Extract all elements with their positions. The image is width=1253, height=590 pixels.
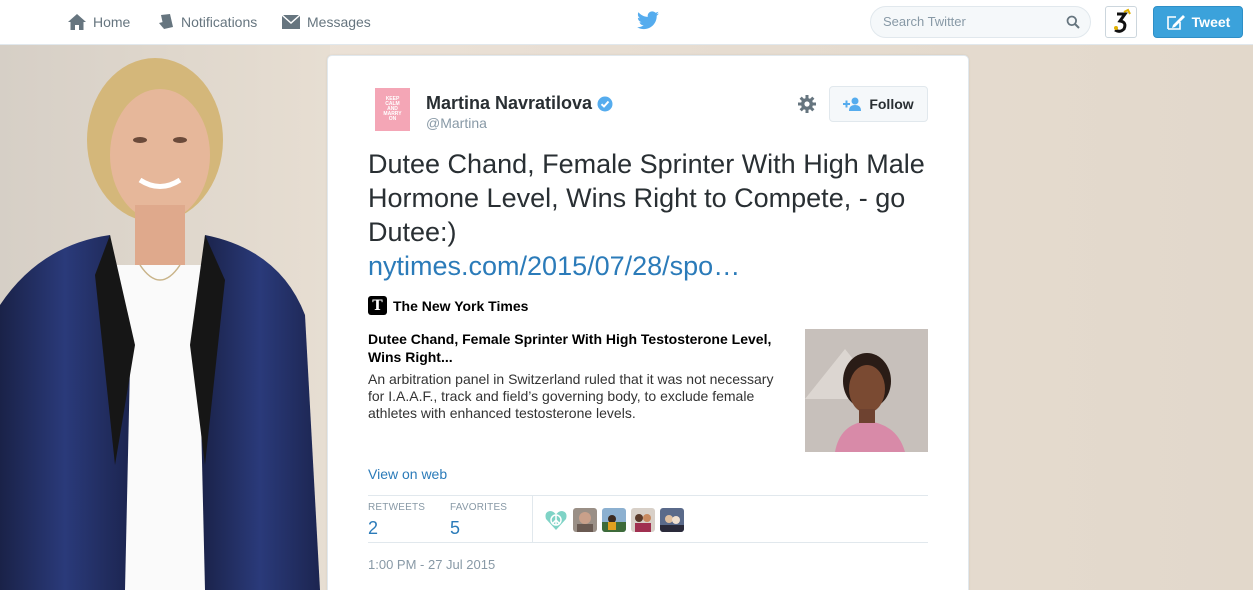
tweet-permalink-card: KEEP CALM AND MARRY ON Martina Navratilo… [327, 55, 969, 590]
home-icon [68, 14, 86, 30]
retweets-count: 2 [368, 518, 379, 538]
favorites-stat[interactable]: FAVORITES 5 [450, 502, 507, 539]
favoriters-avatars [544, 508, 689, 532]
gear-icon[interactable] [797, 94, 817, 114]
compose-tweet-button[interactable]: Tweet [1153, 6, 1243, 38]
card-description: An arbitration panel in Switzerland rule… [368, 371, 774, 421]
nav-home[interactable]: Home [67, 0, 130, 44]
favoriter-avatar[interactable] [631, 508, 655, 532]
author-fullname[interactable]: Martina Navratilova [426, 93, 613, 114]
follow-button-label: Follow [869, 96, 914, 112]
stats-divider [532, 496, 533, 543]
favorites-count: 5 [450, 518, 461, 538]
add-user-icon [843, 97, 862, 111]
retweets-stat[interactable]: RETWEETS 2 [368, 502, 425, 539]
card-source-name: The New York Times [393, 297, 529, 314]
favoriter-avatar[interactable] [660, 508, 684, 532]
tweet-stats: RETWEETS 2 FAVORITES 5 [368, 495, 928, 543]
author-avatar[interactable]: KEEP CALM AND MARRY ON [375, 88, 410, 131]
peace-heart-icon [545, 511, 567, 530]
favorites-label: FAVORITES [450, 502, 508, 513]
nav-messages[interactable]: Messages [281, 0, 371, 44]
top-navigation-bar: Home Notifications Messages Search Twitt… [0, 0, 1253, 45]
compose-icon [1166, 15, 1185, 30]
favoriter-avatar-image [573, 508, 597, 532]
retweets-label: RETWEETS [368, 502, 426, 513]
tweet-body: Dutee Chand, Female Sprinter With High M… [368, 149, 925, 247]
follow-button[interactable]: Follow [829, 86, 928, 122]
verified-badge-icon [597, 96, 613, 111]
twitter-bird-logo[interactable] [636, 11, 660, 36]
nav-home-label: Home [93, 14, 131, 30]
background-portrait [0, 45, 330, 590]
card-thumbnail[interactable] [805, 329, 928, 452]
twitter-bird-icon [637, 11, 659, 30]
card-thumbnail-image [805, 329, 928, 452]
favoriter-avatar-image [631, 508, 655, 532]
author-avatar-text: ON [388, 116, 397, 122]
search-box [870, 6, 1091, 38]
author-fullname-text: Martina Navratilova [426, 93, 593, 113]
tweet-timestamp[interactable]: 1:00 PM - 27 Jul 2015 [368, 557, 495, 572]
compose-tweet-label: Tweet [1191, 14, 1231, 30]
account-avatar-image [1107, 8, 1135, 36]
favoriter-avatar[interactable] [573, 508, 597, 532]
favoriter-avatar[interactable] [544, 508, 568, 532]
nyt-logo-icon: T [368, 296, 387, 315]
view-on-web-link[interactable]: View on web [368, 466, 447, 482]
search-input[interactable] [883, 14, 1063, 29]
nav-notifications[interactable]: Notifications [157, 0, 257, 44]
notifications-icon [159, 14, 173, 29]
favoriter-avatar-image [660, 508, 684, 532]
account-avatar[interactable] [1105, 6, 1137, 38]
profile-background-photo [0, 45, 330, 590]
envelope-icon [281, 14, 301, 29]
favoriter-avatar[interactable] [602, 508, 626, 532]
tweet-text: Dutee Chand, Female Sprinter With High M… [368, 147, 928, 283]
nav-notifications-label: Notifications [181, 14, 258, 30]
tweet-link[interactable]: nytimes.com/2015/07/28/spo… [368, 249, 928, 283]
card-source[interactable]: T The New York Times [368, 296, 528, 315]
nav-messages-label: Messages [307, 14, 371, 30]
author-username[interactable]: @Martina [426, 115, 487, 131]
search-icon[interactable] [1066, 15, 1080, 29]
card-title[interactable]: Dutee Chand, Female Sprinter With High T… [368, 330, 793, 366]
favoriter-avatar-image [602, 508, 626, 532]
